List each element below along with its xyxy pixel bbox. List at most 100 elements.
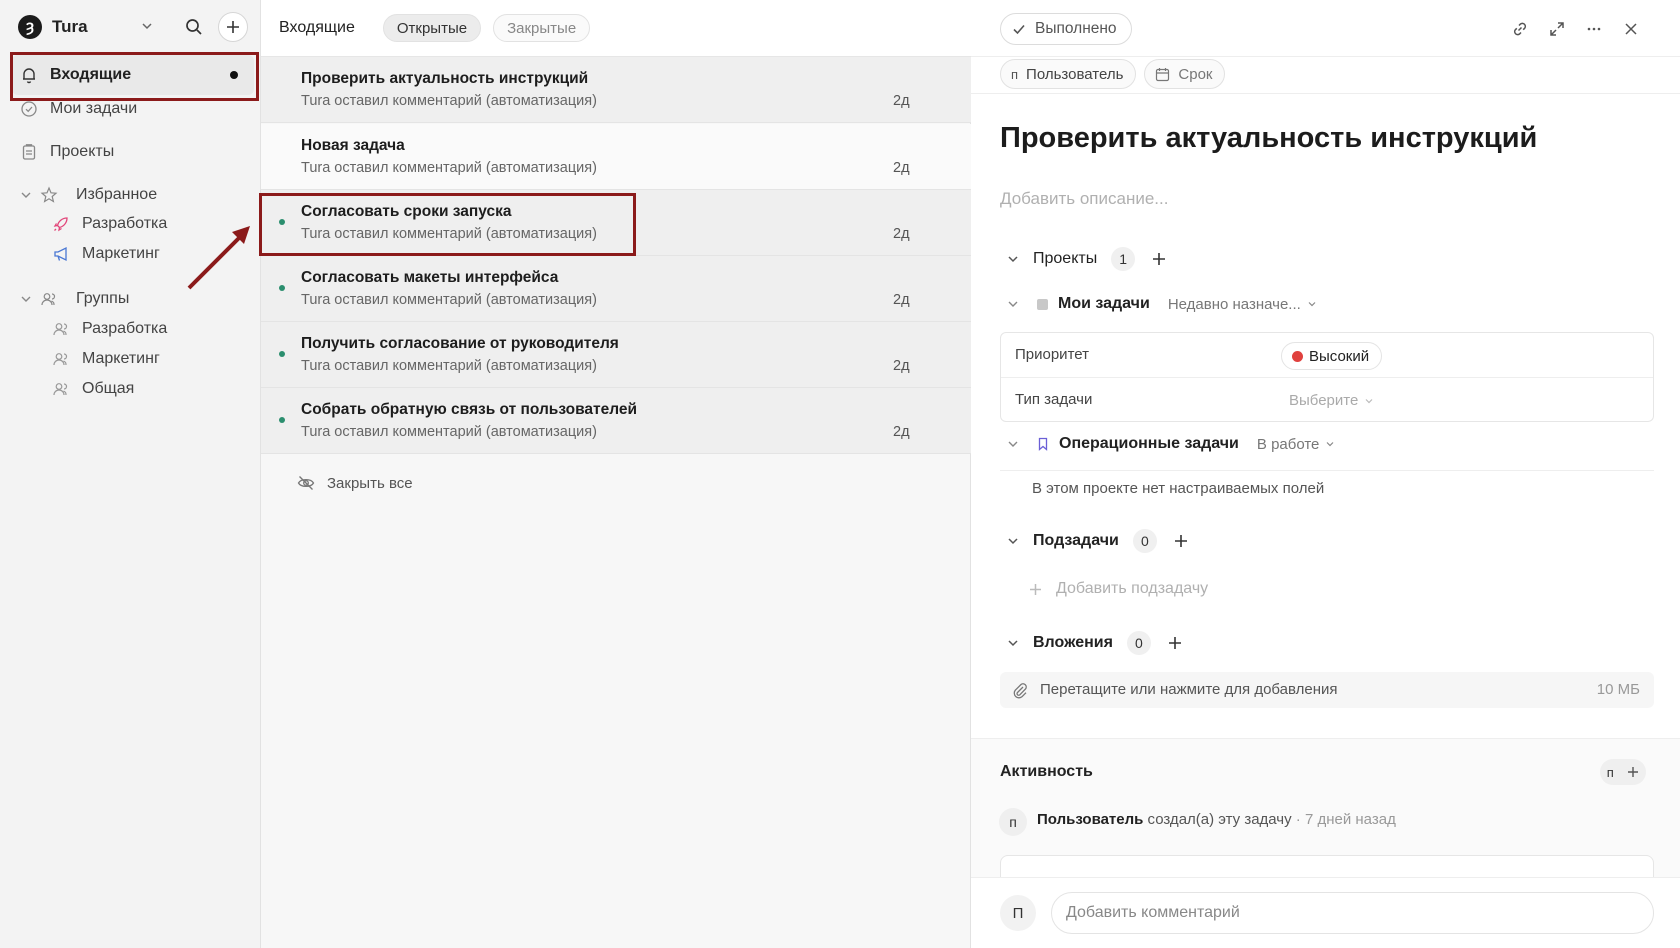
project-status-select[interactable]: В работе (1257, 436, 1336, 453)
no-fields-note: В этом проекте нет настраиваемых полей (1032, 480, 1325, 497)
chevron-down-icon[interactable] (1007, 438, 1019, 450)
sidebar-section-groups[interactable]: Группы (20, 284, 129, 314)
activity-title: Активность (1000, 763, 1093, 780)
item-subtitle: Tura оставил комментарий (автоматизация) (301, 358, 597, 374)
comment-input[interactable] (1051, 892, 1654, 934)
project-color (1037, 298, 1048, 310)
sidebar-item-label: Маркетинг (82, 245, 160, 262)
chevron-down-icon[interactable] (1007, 298, 1019, 310)
sidebar-item-inbox[interactable]: Входящие (12, 55, 254, 95)
chevron-down-icon (1325, 439, 1335, 449)
page-title: Входящие (279, 19, 355, 36)
project-name[interactable]: Операционные задачи (1059, 435, 1239, 453)
link-icon[interactable] (1509, 18, 1531, 40)
dropzone-text: Перетащите или нажмите для добавления (1040, 681, 1338, 698)
annotation-arrow (187, 226, 250, 290)
sidebar-item-label: Входящие (50, 66, 132, 83)
unread-dot (279, 351, 285, 357)
eye-off-icon (297, 474, 315, 492)
chevron-down-icon (20, 293, 32, 305)
add-attachment-button[interactable] (1165, 633, 1185, 653)
chevron-down-icon[interactable] (140, 19, 154, 33)
chevron-down-icon[interactable] (1007, 535, 1019, 547)
attachment-dropzone[interactable]: Перетащите или нажмите для добавления 10… (1000, 672, 1654, 708)
add-subtask-label: Добавить подзадачу (1056, 580, 1209, 597)
add-project-button[interactable] (1149, 249, 1169, 269)
list-item[interactable]: Проверить актуальность инструкций Tura о… (261, 57, 971, 123)
project-name[interactable]: Мои задачи (1058, 295, 1150, 313)
project-status: Недавно назначе... (1167, 295, 1301, 313)
assignee-name: Пользователь (1026, 65, 1124, 83)
assignee-pill[interactable]: п Пользователь (1000, 59, 1137, 89)
project-status-select[interactable]: Недавно назначе... (1168, 296, 1317, 313)
sidebar-item-my-tasks[interactable]: Мои задачи (20, 94, 137, 124)
assignee-avatar: п (1011, 66, 1019, 82)
divider (1000, 470, 1654, 471)
sidebar-item-label: Общая (82, 380, 135, 397)
chevron-down-icon (1307, 299, 1317, 309)
item-title: Получить согласование от руководителя (301, 335, 619, 352)
detail-toolbar: Выполнено (971, 0, 1680, 57)
field-label: Тип задачи (1015, 391, 1093, 408)
create-button[interactable] (218, 12, 248, 42)
close-icon[interactable] (1620, 18, 1642, 40)
followers[interactable]: п (1600, 759, 1646, 785)
sidebar-item-favorite-development[interactable]: Разработка (52, 211, 167, 237)
due-date-pill[interactable]: Срок (1144, 59, 1226, 89)
task-title[interactable]: Проверить актуальность инструкций (1000, 122, 1537, 155)
comment-composer: П (971, 877, 1680, 948)
sidebar-item-favorite-marketing[interactable]: Маркетинг (52, 241, 160, 267)
field-label: Приоритет (1015, 346, 1089, 363)
avatar: п (999, 808, 1027, 836)
sidebar-item-group-development[interactable]: Разработка (52, 316, 167, 342)
item-age: 2д (893, 93, 910, 109)
field-priority: Приоритет Высокий (1001, 333, 1653, 377)
sidebar-item-label: Разработка (82, 320, 168, 337)
project-status: В работе (1256, 435, 1320, 453)
section-title: Проекты (1033, 250, 1098, 267)
item-subtitle: Tura оставил комментарий (автоматизация) (301, 292, 597, 308)
dropzone-limit: 10 МБ (1596, 681, 1640, 698)
list-header: Входящие Открытые Закрытые (261, 0, 971, 57)
sidebar-item-group-marketing[interactable]: Маркетинг (52, 346, 160, 372)
add-subtask-icon-button[interactable] (1171, 531, 1191, 551)
activity-entry: Пользователь создал(а) эту задачу · 7 дн… (1037, 811, 1396, 828)
inbox-list-pane: Входящие Открытые Закрытые Проверить акт… (261, 0, 971, 948)
task-type-select[interactable]: Выберите (1289, 392, 1374, 409)
rocket-icon (52, 215, 70, 233)
custom-fields-card: Приоритет Высокий Тип задачи Выберите (1000, 332, 1654, 422)
search-icon[interactable] (182, 15, 206, 39)
mark-done-button[interactable]: Выполнено (1000, 13, 1132, 45)
item-title: Согласовать сроки запуска (301, 203, 512, 220)
tab-open[interactable]: Открытые (382, 14, 482, 42)
description-field[interactable]: Добавить описание... (1000, 189, 1168, 209)
unread-dot (279, 219, 285, 225)
users-icon (52, 350, 70, 368)
expand-icon[interactable] (1546, 18, 1568, 40)
tab-closed[interactable]: Закрытые (493, 14, 591, 42)
item-subtitle: Tura оставил комментарий (автоматизация) (301, 424, 597, 440)
workspace-switcher[interactable]: Ȝ Tura (18, 14, 88, 40)
section-title: Подзадачи (1033, 532, 1119, 549)
users-icon (40, 290, 58, 308)
add-subtask-button[interactable]: Добавить подзадачу (1029, 580, 1208, 598)
list-item[interactable]: Получить согласование от руководителя Tu… (261, 322, 971, 388)
unread-dot (279, 285, 285, 291)
priority-select[interactable]: Высокий (1281, 342, 1383, 370)
subtasks-section: Подзадачи 0 (1007, 529, 1191, 553)
users-icon (52, 380, 70, 398)
list-item[interactable]: Согласовать макеты интерфейса Tura остав… (261, 256, 971, 322)
sidebar-item-projects[interactable]: Проекты (20, 137, 114, 167)
list-item[interactable]: Новая задача Tura оставил комментарий (а… (261, 124, 971, 190)
more-icon[interactable] (1583, 18, 1605, 40)
priority-color (1292, 350, 1303, 362)
list-item[interactable]: Согласовать сроки запуска Tura оставил к… (261, 190, 971, 256)
list-item[interactable]: Собрать обратную связь от пользователей … (261, 388, 971, 454)
item-title: Согласовать макеты интерфейса (301, 269, 559, 286)
close-all-button[interactable]: Закрыть все (297, 474, 413, 492)
sidebar-section-favorites[interactable]: Избранное (20, 180, 157, 210)
chevron-down-icon[interactable] (1007, 637, 1019, 649)
close-all-label: Закрыть все (327, 474, 413, 492)
sidebar-item-group-general[interactable]: Общая (52, 376, 134, 402)
chevron-down-icon[interactable] (1007, 253, 1019, 265)
